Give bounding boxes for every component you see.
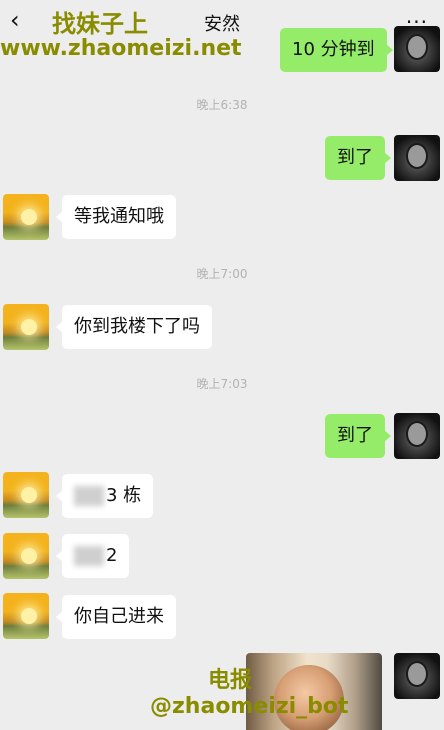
avatar[interactable]: [394, 135, 440, 181]
avatar[interactable]: [3, 593, 49, 639]
avatar[interactable]: [3, 304, 49, 350]
message-text: 到了: [337, 147, 373, 168]
watermark-top-line2: www.zhaomeizi.net: [0, 36, 242, 61]
message-text: 你到我楼下了吗: [74, 316, 200, 337]
watermark-bottom-line2: @zhaomeizi_bot: [150, 694, 349, 719]
watermark-bottom-line1: 电报: [208, 668, 253, 693]
message-other-bubble[interactable]: 你到我楼下了吗: [56, 305, 212, 349]
message-text: 2: [106, 545, 118, 566]
avatar[interactable]: [3, 533, 49, 579]
avatar[interactable]: [3, 472, 49, 518]
message-self-bubble[interactable]: 到了: [325, 136, 391, 180]
message-text: 3 栋: [106, 485, 142, 506]
message-other-bubble[interactable]: 等我通知哦: [56, 195, 176, 239]
message-text: 你自己进来: [74, 606, 164, 627]
avatar[interactable]: [394, 653, 440, 699]
message-other-bubble[interactable]: 2: [55, 534, 130, 578]
watermark-top-line1: 找妹子上: [52, 10, 148, 38]
message-other-bubble[interactable]: 3 栋: [55, 474, 154, 518]
message-text: 10 分钟到: [292, 39, 375, 60]
timestamp: 晚上7:00: [196, 267, 248, 281]
redacted-blur: [74, 486, 104, 506]
redacted-blur: [74, 546, 104, 566]
message-text: 等我通知哦: [74, 206, 164, 227]
avatar[interactable]: [394, 26, 440, 72]
timestamp: 晚上6:38: [196, 98, 248, 112]
avatar[interactable]: [3, 194, 49, 240]
message-text: 到了: [337, 425, 373, 446]
message-other-bubble[interactable]: 你自己进来: [56, 595, 176, 639]
avatar[interactable]: [394, 413, 440, 459]
message-self-bubble[interactable]: 10 分钟到: [280, 28, 393, 72]
message-self-bubble[interactable]: 到了: [325, 414, 391, 458]
timestamp: 晚上7:03: [196, 377, 248, 391]
